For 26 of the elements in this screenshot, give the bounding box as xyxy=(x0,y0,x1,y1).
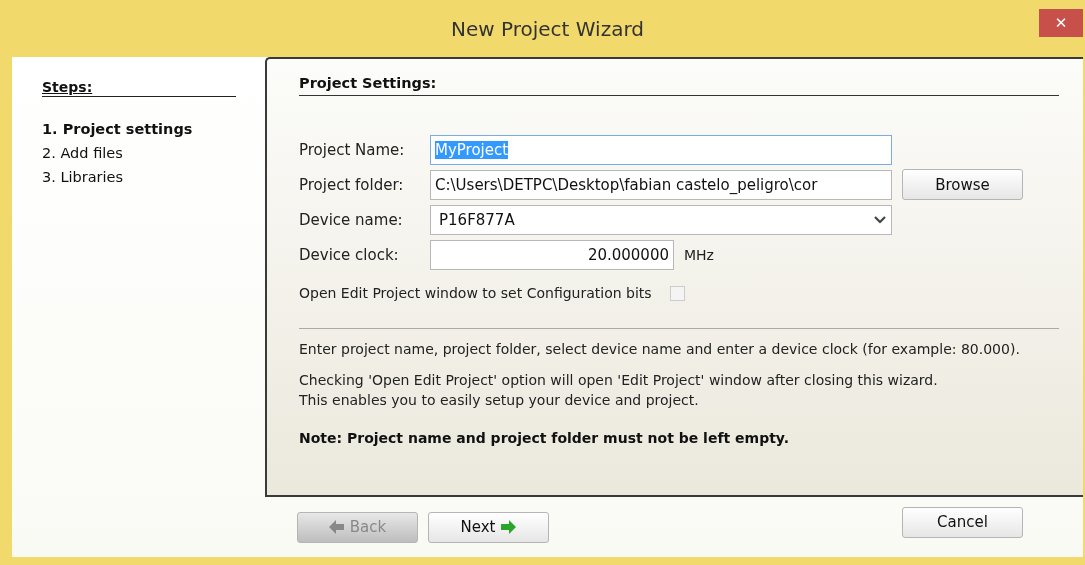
caret-icon xyxy=(873,214,887,225)
right-arrow-icon xyxy=(501,520,517,534)
steps-heading: Steps: xyxy=(42,79,236,97)
field-label: Device name: xyxy=(299,210,404,229)
step-item: 2. Add files xyxy=(42,145,124,163)
field-label: Device clock: xyxy=(299,245,400,264)
option-label: Open Edit Project window to set Configuration bits xyxy=(299,285,652,301)
step-item: 1. Project settings xyxy=(42,121,194,139)
step-item: 3. Libraries xyxy=(42,169,125,187)
checkbox[interactable] xyxy=(669,285,685,301)
field-label: Project Name: xyxy=(299,140,406,159)
next-button[interactable]: Next xyxy=(428,511,549,543)
help-text: Checking 'Open Edit Project' option will open 'Edit Project' window after closing this wizard. This enables you to easily setup your device and project. xyxy=(299,371,939,410)
section-heading: Project Settings: xyxy=(299,75,1059,96)
left-arrow-icon xyxy=(328,520,344,534)
help-text: Enter project name, project folder, select device name and enter a device clock (for example: 80.000). xyxy=(299,340,1021,359)
dropdown[interactable]: P16F877A xyxy=(430,204,892,235)
cancel-button[interactable]: Cancel xyxy=(902,506,1023,538)
browse-button[interactable]: Browse xyxy=(902,169,1023,200)
field-label: Project folder: xyxy=(299,175,405,194)
close-button[interactable]: ✕ xyxy=(1039,9,1083,37)
window-title: New Project Wizard xyxy=(451,16,644,41)
unit-label: MHz xyxy=(684,246,714,263)
input-field[interactable]: 20.000000 xyxy=(430,239,674,270)
input-field[interactable]: C:\Users\DETPC\Desktop\fabian castelo_peligro\cor xyxy=(430,169,892,200)
note-text: Note: Project name and project folder must not be left empty. xyxy=(299,430,791,446)
